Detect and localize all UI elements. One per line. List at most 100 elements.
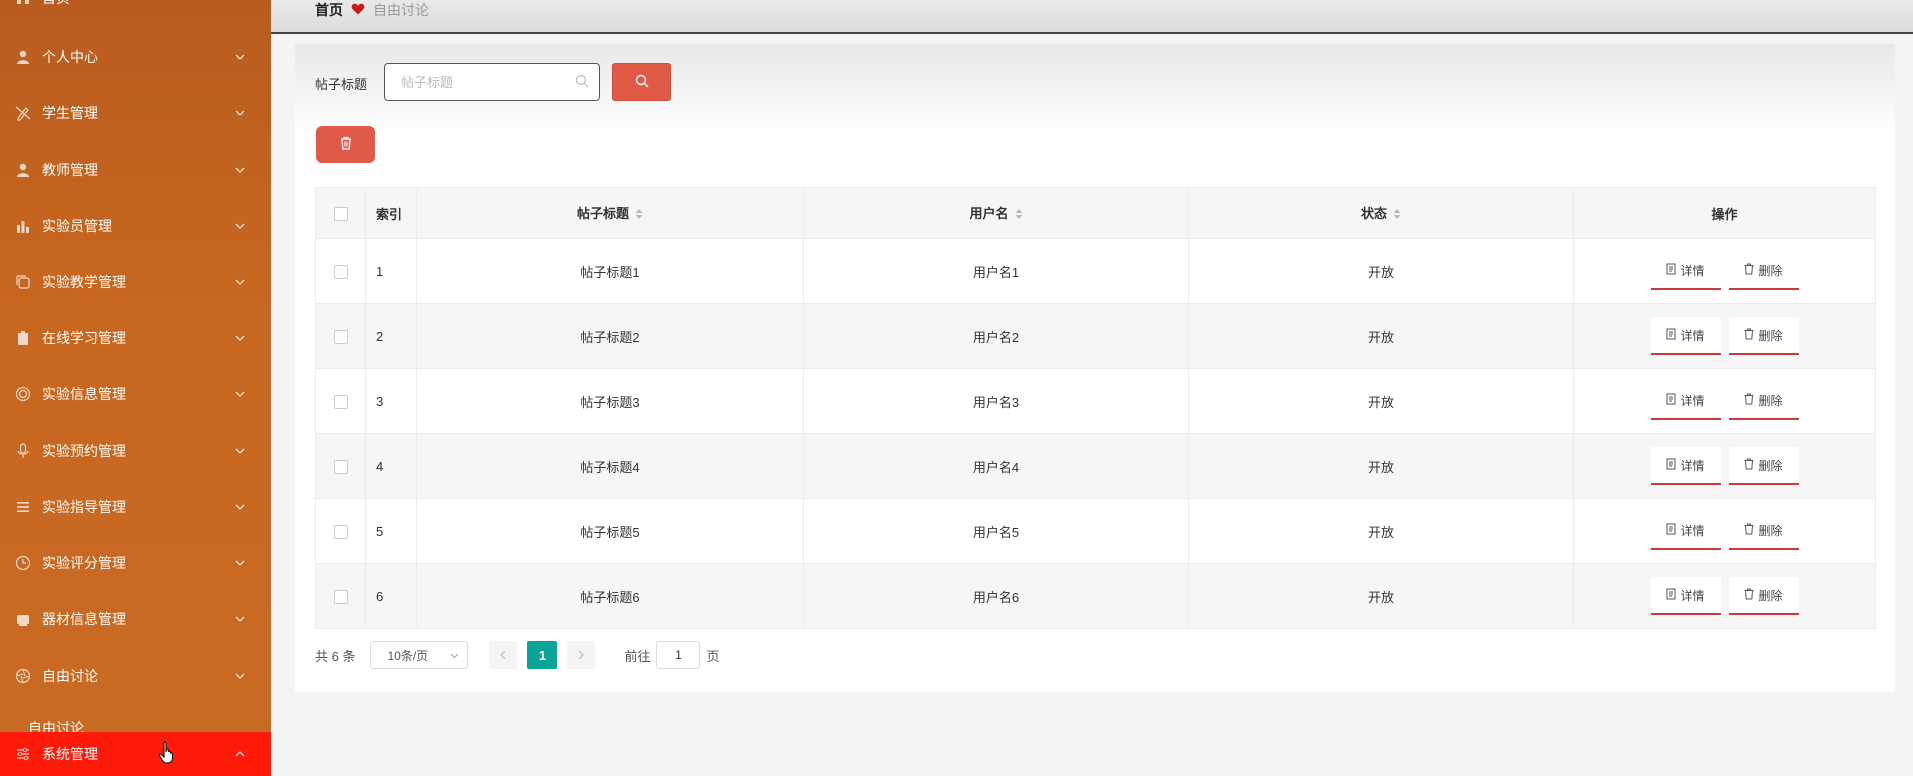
- document-icon: [1666, 458, 1676, 473]
- sidebar-item-label: 实验员管理: [42, 218, 112, 234]
- detail-button[interactable]: 详情: [1650, 512, 1721, 550]
- goto-prefix: 前往: [624, 648, 651, 664]
- heart-icon: [351, 2, 365, 18]
- table-row: 4 帖子标题4 用户名4 开放 详情 删除: [315, 433, 1876, 499]
- sidebar-item-lab-guidance-management[interactable]: 实验指导管理: [0, 487, 271, 527]
- sidebar-item-teacher-management[interactable]: 教师管理: [0, 150, 271, 190]
- detail-button[interactable]: 详情: [1650, 252, 1721, 290]
- chevron-left-icon: [500, 648, 506, 663]
- sidebar-item-lab-staff-management[interactable]: 实验员管理: [0, 206, 271, 246]
- sidebar-item-equipment-info-management[interactable]: 器材信息管理: [0, 599, 271, 639]
- cell-index: 3: [365, 368, 417, 434]
- sidebar-item-lab-info-management[interactable]: 实验信息管理: [0, 374, 271, 414]
- delete-button[interactable]: 删除: [1728, 252, 1799, 290]
- discussion-table: 索引 帖子标题 用户名 状态 操作 1 帖子标题1 用户名1 开放 详情 删除: [315, 187, 1876, 629]
- cell-index: 1: [365, 238, 417, 304]
- chevron-down-icon: [235, 51, 249, 63]
- breadcrumb-current: 自由讨论: [373, 2, 429, 18]
- breadcrumb-home[interactable]: 首页: [315, 0, 343, 20]
- cell-status: 开放: [1188, 238, 1574, 304]
- sidebar-item-home[interactable]: 首页: [0, 0, 271, 18]
- table-header-row: 索引 帖子标题 用户名 状态 操作: [315, 187, 1876, 239]
- sidebar-item-free-discussion[interactable]: 自由讨论: [0, 656, 271, 696]
- row-checkbox[interactable]: [333, 394, 348, 409]
- trash-icon: [1744, 588, 1754, 603]
- cell-username: 用户名6: [803, 563, 1189, 629]
- column-header-status[interactable]: 状态: [1188, 187, 1574, 239]
- column-header-title[interactable]: 帖子标题: [416, 187, 804, 239]
- cell-index: 4: [365, 433, 417, 499]
- delete-button[interactable]: 删除: [1728, 447, 1799, 485]
- target-icon: [14, 385, 32, 403]
- document-icon: [1666, 263, 1676, 278]
- delete-button[interactable]: 删除: [1728, 317, 1799, 355]
- sidebar-item-label: 首页: [42, 0, 271, 8]
- search-label: 帖子标题: [315, 77, 368, 92]
- edit-off-icon: [14, 104, 32, 122]
- page-size-select[interactable]: 10条/页: [370, 641, 469, 669]
- box-icon: [14, 610, 32, 628]
- delete-button[interactable]: 删除: [1728, 577, 1799, 615]
- sidebar-item-label: 学生管理: [42, 105, 98, 121]
- chevron-down-icon: [235, 613, 249, 625]
- detail-button[interactable]: 详情: [1650, 317, 1721, 355]
- select-all-checkbox[interactable]: [333, 206, 348, 221]
- cell-status: 开放: [1188, 498, 1574, 564]
- cell-username: 用户名3: [803, 368, 1189, 434]
- page-number-button[interactable]: 1: [527, 641, 558, 669]
- row-checkbox[interactable]: [333, 329, 348, 344]
- next-page-button[interactable]: [567, 641, 596, 669]
- sort-icon[interactable]: [1015, 208, 1023, 223]
- detail-button[interactable]: 详情: [1650, 577, 1721, 615]
- sidebar-item-student-management[interactable]: 学生管理: [0, 93, 271, 133]
- sidebar-item-label: 实验教学管理: [42, 274, 126, 290]
- table-row: 3 帖子标题3 用户名3 开放 详情 删除: [315, 368, 1876, 434]
- goto-page-input[interactable]: 1: [656, 641, 701, 669]
- document-icon: [1666, 588, 1676, 603]
- sort-icon[interactable]: [1393, 208, 1401, 223]
- search-button[interactable]: [612, 63, 671, 101]
- sidebar: 首页 个人中心 学生管理 教师管理 实验员管理 实验教学管理 在线学习管理 实验…: [0, 0, 271, 776]
- sidebar-item-lab-teaching-management[interactable]: 实验教学管理: [0, 262, 271, 302]
- detail-button[interactable]: 详情: [1650, 382, 1721, 420]
- prev-page-button[interactable]: [489, 641, 518, 669]
- chevron-down-icon: [235, 164, 249, 176]
- cell-username: 用户名4: [803, 433, 1189, 499]
- chevron-down-icon: [235, 501, 249, 513]
- cell-title: 帖子标题1: [416, 238, 804, 304]
- delete-button[interactable]: 删除: [1728, 382, 1799, 420]
- cell-username: 用户名1: [803, 238, 1189, 304]
- sidebar-item-label: 个人中心: [42, 49, 98, 65]
- cell-username: 用户名2: [803, 303, 1189, 369]
- cell-status: 开放: [1188, 433, 1574, 499]
- delete-button[interactable]: 删除: [1728, 512, 1799, 550]
- table-row: 5 帖子标题5 用户名5 开放 详情 删除: [315, 498, 1876, 564]
- sidebar-item-label: 实验信息管理: [42, 386, 126, 402]
- cell-status: 开放: [1188, 368, 1574, 434]
- row-checkbox[interactable]: [333, 459, 348, 474]
- sidebar-item-label: 实验评分管理: [42, 555, 126, 571]
- column-header-username[interactable]: 用户名: [803, 187, 1189, 239]
- sidebar-item-lab-reservation-management[interactable]: 实验预约管理: [0, 431, 271, 471]
- chevron-down-icon: [235, 276, 249, 288]
- sidebar-item-lab-scoring-management[interactable]: 实验评分管理: [0, 543, 271, 583]
- sidebar-item-personal-center[interactable]: 个人中心: [0, 37, 271, 77]
- row-checkbox[interactable]: [333, 589, 348, 604]
- table-row: 2 帖子标题2 用户名2 开放 详情 删除: [315, 303, 1876, 369]
- document-icon: [1666, 393, 1676, 408]
- sort-icon[interactable]: [635, 208, 643, 223]
- search-input[interactable]: [399, 73, 563, 91]
- sidebar-item-system-management[interactable]: 系统管理: [0, 732, 271, 776]
- home-icon: [14, 0, 32, 7]
- sidebar-item-label: 实验预约管理: [42, 443, 126, 459]
- row-checkbox[interactable]: [333, 264, 348, 279]
- batch-delete-button[interactable]: [316, 126, 375, 163]
- search-icon: [635, 74, 649, 91]
- cell-index: 6: [365, 563, 417, 629]
- sidebar-item-label: 器材信息管理: [42, 611, 126, 627]
- row-checkbox[interactable]: [333, 524, 348, 539]
- sidebar-item-online-learning-management[interactable]: 在线学习管理: [0, 318, 271, 358]
- chevron-down-icon: [235, 220, 249, 232]
- cell-status: 开放: [1188, 303, 1574, 369]
- detail-button[interactable]: 详情: [1650, 447, 1721, 485]
